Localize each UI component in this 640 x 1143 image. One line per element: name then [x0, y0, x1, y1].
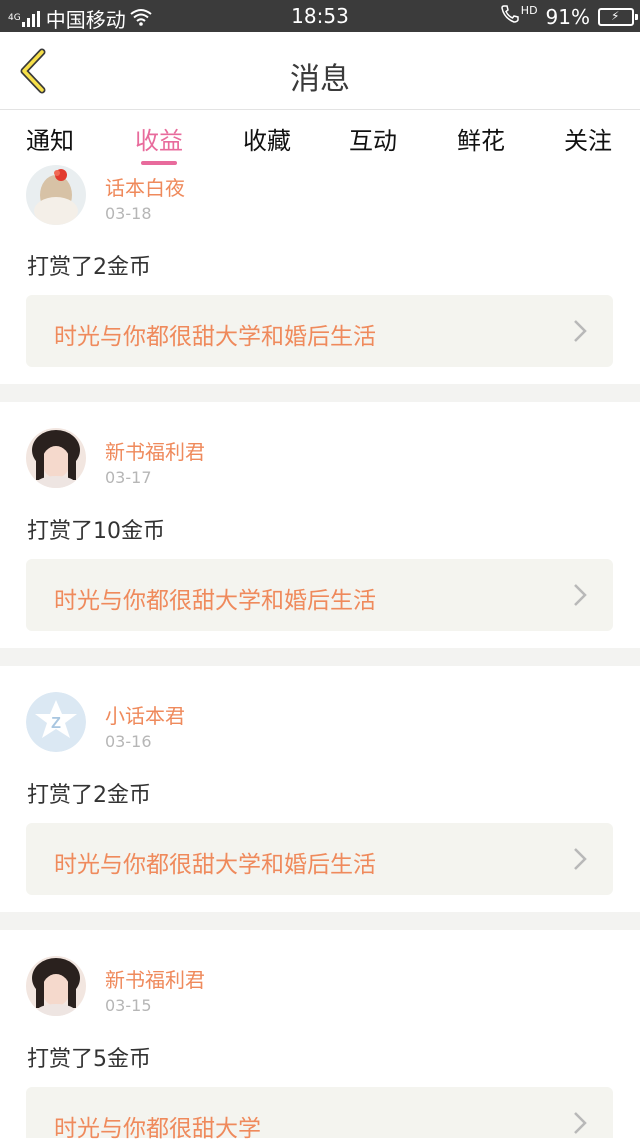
divider [0, 384, 640, 402]
message-date: 03-16 [105, 732, 152, 751]
username[interactable]: 新书福利君 [105, 436, 205, 465]
hd-label: HD [520, 4, 538, 17]
book-link[interactable]: 时光与你都很甜大学 [26, 1087, 613, 1142]
girl-flower-avatar-icon [26, 165, 86, 225]
chevron-right-icon [574, 848, 587, 870]
avatar[interactable] [26, 428, 86, 488]
status-right: HD 91% [500, 4, 638, 29]
girl-portrait-avatar-icon [26, 956, 86, 1016]
tab-follow[interactable]: 关注 [548, 121, 628, 156]
message-date: 03-17 [105, 468, 152, 487]
message-date: 03-18 [105, 204, 152, 223]
username[interactable]: 话本白夜 [105, 172, 185, 201]
list-item: Z 小话本君 03-16 打赏了2金币 时光与你都很甜大学和婚后生活 [0, 666, 640, 912]
chevron-right-icon [574, 1112, 587, 1134]
book-link[interactable]: 时光与你都很甜大学和婚后生活 [26, 559, 613, 631]
reward-text: 打赏了5金币 [27, 1047, 151, 1072]
tab-earnings[interactable]: 收益 [119, 121, 199, 156]
svg-text:Z: Z [51, 715, 61, 732]
book-title: 时光与你都很甜大学和婚后生活 [54, 852, 376, 878]
chevron-right-icon [574, 320, 587, 342]
tab-favorites[interactable]: 收藏 [227, 121, 307, 156]
phone-call-icon [500, 4, 520, 29]
book-link[interactable]: 时光与你都很甜大学和婚后生活 [26, 823, 613, 895]
book-link[interactable]: 时光与你都很甜大学和婚后生活 [26, 295, 613, 367]
list-item: 新书福利君 03-17 打赏了10金币 时光与你都很甜大学和婚后生活 [0, 402, 640, 648]
divider [0, 912, 640, 930]
tab-bar: 通知 收益 收藏 互动 鲜花 关注 [0, 111, 640, 169]
divider [0, 648, 640, 666]
avatar[interactable] [26, 165, 86, 225]
status-bar: 4G 中国移动 18:53 HD 91% [0, 0, 640, 32]
active-tab-indicator [141, 161, 177, 165]
chevron-right-icon [574, 584, 587, 606]
battery-percent: 91% [545, 4, 590, 29]
girl-portrait-avatar-icon [26, 428, 86, 488]
battery-icon [598, 7, 638, 26]
book-title: 时光与你都很甜大学和婚后生活 [54, 588, 376, 614]
avatar[interactable]: Z [26, 692, 86, 752]
reward-text: 打赏了2金币 [27, 255, 151, 280]
z-logo-avatar-icon: Z [26, 692, 86, 752]
avatar[interactable] [26, 956, 86, 1016]
username[interactable]: 小话本君 [105, 700, 185, 729]
list-item: 话本白夜 03-18 打赏了2金币 时光与你都很甜大学和婚后生活 [0, 165, 640, 384]
tab-notifications[interactable]: 通知 [10, 121, 90, 156]
list-item: 新书福利君 03-15 打赏了5金币 时光与你都很甜大学 [0, 930, 640, 1142]
username[interactable]: 新书福利君 [105, 964, 205, 993]
page-title: 消息 [290, 62, 350, 97]
tab-flowers[interactable]: 鲜花 [441, 121, 521, 156]
book-title: 时光与你都很甜大学和婚后生活 [54, 324, 376, 350]
reward-text: 打赏了2金币 [27, 783, 151, 808]
reward-text: 打赏了10金币 [27, 519, 165, 544]
message-date: 03-15 [105, 996, 152, 1015]
tab-interaction[interactable]: 互动 [333, 121, 413, 156]
navigation-bar: 消息 [0, 32, 640, 110]
